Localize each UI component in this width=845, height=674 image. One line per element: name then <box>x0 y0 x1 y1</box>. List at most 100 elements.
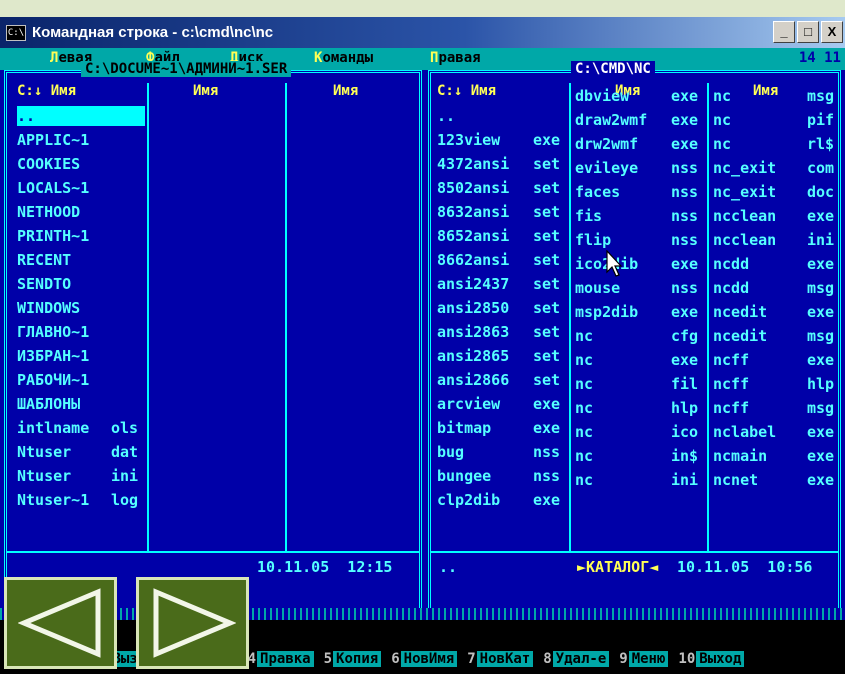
right-file-row[interactable]: nc exe <box>575 350 703 370</box>
right-file-row[interactable]: ansi2863 set <box>437 322 565 342</box>
right-file-row[interactable]: nc_exit doc <box>713 182 837 202</box>
file-name: ШАБЛОНЫ <box>17 395 81 413</box>
file-ext: nss <box>671 231 699 249</box>
right-file-row[interactable]: ansi2437 set <box>437 274 565 294</box>
left-file-row[interactable]: Ntuser ini <box>17 466 145 486</box>
fkey-button[interactable]: 6 НовИмя <box>387 651 458 667</box>
file-name: mouse <box>575 279 621 297</box>
right-file-row[interactable]: fis nss <box>575 206 703 226</box>
right-file-row[interactable]: nc_exit com <box>713 158 837 178</box>
right-file-row[interactable]: evileye nss <box>575 158 703 178</box>
right-file-row[interactable]: nc msg <box>713 86 837 106</box>
left-file-row[interactable]: APPLIC~1 <box>17 130 145 150</box>
left-file-row[interactable]: SENDTO <box>17 274 145 294</box>
left-file-row[interactable]: NETHOOD <box>17 202 145 222</box>
right-file-row[interactable]: arcview exe <box>437 394 565 414</box>
right-file-row[interactable]: ico2dibexe <box>575 254 703 274</box>
right-file-row[interactable]: dbview exe <box>575 86 703 106</box>
right-file-row[interactable]: faces nss <box>575 182 703 202</box>
fkey-button[interactable]: 5 Копия <box>320 651 382 667</box>
right-file-row[interactable]: nc ico <box>575 422 703 442</box>
left-file-row[interactable]: WINDOWS <box>17 298 145 318</box>
right-file-row[interactable]: clp2dib exe <box>437 490 565 510</box>
menu-commands[interactable]: Команды <box>314 50 373 66</box>
right-file-row[interactable]: ncdd msg <box>713 278 837 298</box>
right-file-row[interactable]: ncmain exe <box>713 446 837 466</box>
next-slide-button[interactable] <box>136 577 249 669</box>
command-line[interactable]: 1\ > <box>0 620 845 644</box>
left-file-row[interactable]: intlname ols <box>17 418 145 438</box>
left-file-row[interactable]: ГЛАВНО~1 <box>17 322 145 342</box>
right-file-row[interactable]: ncdd exe <box>713 254 837 274</box>
left-file-row[interactable]: LOCALS~1 <box>17 178 145 198</box>
right-file-row[interactable]: ncff msg <box>713 398 837 418</box>
right-file-row[interactable]: 123view exe <box>437 130 565 150</box>
file-name: NETHOOD <box>17 203 81 221</box>
right-file-row[interactable]: nc rl$ <box>713 134 837 154</box>
right-file-row[interactable]: flip nss <box>575 230 703 250</box>
right-file-row[interactable]: nc in$ <box>575 446 703 466</box>
right-panel[interactable]: C:\CMD\NC C:↓ Имя Имя Имя .. 123view exe 43… <box>428 61 841 618</box>
right-file-row[interactable]: nc fil <box>575 374 703 394</box>
left-file-row[interactable]: РАБОЧИ~1 <box>17 370 145 390</box>
right-file-row[interactable]: nc hlp <box>575 398 703 418</box>
right-file-row[interactable]: ncff hlp <box>713 374 837 394</box>
right-file-row[interactable]: ncedit msg <box>713 326 837 346</box>
fkey-button[interactable]: 4 Правка <box>244 651 314 667</box>
file-ext: set <box>533 275 561 293</box>
file-ext: exe <box>533 131 561 149</box>
right-file-row[interactable]: ncclean ini <box>713 230 837 250</box>
left-file-row[interactable]: ШАБЛОНЫ <box>17 394 145 414</box>
right-file-row[interactable]: bitmap exe <box>437 418 565 438</box>
right-file-row[interactable]: bug nss <box>437 442 565 462</box>
right-file-row[interactable]: 8652ansi set <box>437 226 565 246</box>
right-file-row[interactable]: ncclean exe <box>713 206 837 226</box>
right-file-row[interactable]: ncff exe <box>713 350 837 370</box>
minimize-button[interactable]: _ <box>773 21 795 43</box>
maximize-button[interactable]: □ <box>797 21 819 43</box>
left-file-row[interactable]: RECENT <box>17 250 145 270</box>
prev-slide-button[interactable] <box>4 577 117 669</box>
right-file-row[interactable]: ncedit exe <box>713 302 837 322</box>
file-ext: msg <box>807 399 835 417</box>
fkey-button[interactable]: 9 Меню <box>615 651 669 667</box>
menu-right[interactable]: Правая <box>430 50 481 66</box>
right-file-row[interactable]: 8632ansi set <box>437 202 565 222</box>
column-divider <box>707 83 709 553</box>
right-file-row[interactable]: nclabel exe <box>713 422 837 442</box>
left-file-row[interactable]: ИЗБРАН~1 <box>17 346 145 366</box>
right-file-row[interactable]: ansi2866 set <box>437 370 565 390</box>
fkey-button[interactable]: 8 Удал-е <box>539 651 610 667</box>
right-file-row[interactable]: 8662ansi set <box>437 250 565 270</box>
window-titlebar: C:\ Командная строка - c:\cmd\nc\nc _ □ … <box>0 17 845 48</box>
left-file-row[interactable]: Ntuser~1 log <box>17 490 145 510</box>
right-file-row[interactable]: mouse nss <box>575 278 703 298</box>
file-name: nc <box>575 327 594 345</box>
right-file-row[interactable]: draw2wmf exe <box>575 110 703 130</box>
right-file-row[interactable]: 4372ansi set <box>437 154 565 174</box>
right-file-row[interactable]: ncnet exe <box>713 470 837 490</box>
close-button[interactable]: X <box>821 21 843 43</box>
right-file-row[interactable]: nc ini <box>575 470 703 490</box>
right-file-row[interactable]: drw2wmf exe <box>575 134 703 154</box>
left-file-row[interactable]: COOKIES <box>17 154 145 174</box>
file-ext: ico <box>671 423 699 441</box>
column-header: C:↓ Имя <box>17 83 77 99</box>
right-file-row[interactable]: .. <box>437 106 565 126</box>
right-file-row[interactable]: nc pif <box>713 110 837 130</box>
left-panel[interactable]: C:\DOCUME~1\АДМИНИ~1.SER C:↓ Имя Имя Имя… <box>4 61 422 618</box>
right-file-row[interactable]: msp2dib exe <box>575 302 703 322</box>
right-file-row[interactable]: bungee nss <box>437 466 565 486</box>
left-file-row[interactable]: .. <box>17 106 145 126</box>
left-file-row[interactable]: PRINTH~1 <box>17 226 145 246</box>
right-file-row[interactable]: 8502ansi set <box>437 178 565 198</box>
file-name: nc <box>575 471 594 489</box>
right-file-row[interactable]: nc cfg <box>575 326 703 346</box>
fkey-button[interactable]: 10 Выход <box>674 651 745 667</box>
fkey-button[interactable]: 7 НовКат <box>463 651 534 667</box>
right-file-row[interactable]: ansi2850 set <box>437 298 565 318</box>
right-file-row[interactable]: ansi2865 set <box>437 346 565 366</box>
left-file-row[interactable]: Ntuser dat <box>17 442 145 462</box>
right-status-left: .. <box>439 558 458 576</box>
fkey-number: 5 <box>323 651 333 667</box>
